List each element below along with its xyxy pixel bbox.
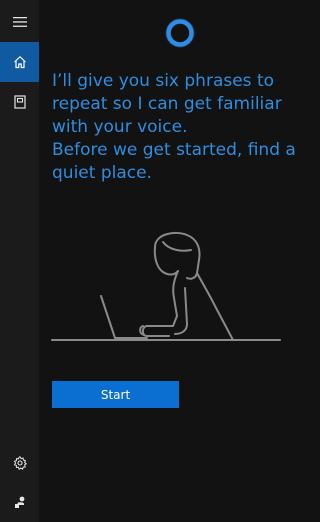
instruction-message: I’ll give you six phrases to repeat so I…: [52, 70, 312, 185]
home-icon: [13, 55, 26, 69]
instruction-line-2: Before we get started, find a quiet plac…: [52, 140, 296, 183]
notebook-icon: [13, 95, 26, 109]
instruction-line-1: I’ll give you six phrases to repeat so I…: [52, 71, 282, 137]
hamburger-menu-icon: [12, 17, 27, 27]
sidebar: [0, 0, 39, 522]
cortana-icon: [165, 18, 195, 48]
gear-icon: [13, 456, 27, 470]
cortana-window: I’ll give you six phrases to repeat so I…: [0, 0, 320, 522]
sidebar-item-settings[interactable]: [0, 443, 39, 483]
feedback-icon: [14, 496, 24, 508]
sidebar-item-feedback[interactable]: [0, 482, 39, 522]
person-at-laptop-illustration: [51, 231, 281, 341]
sidebar-item-notebook[interactable]: [0, 82, 39, 122]
main-panel: I’ll give you six phrases to repeat so I…: [39, 0, 320, 522]
menu-button[interactable]: [0, 2, 39, 42]
sidebar-item-home[interactable]: [0, 42, 39, 82]
start-button[interactable]: Start: [52, 381, 179, 408]
